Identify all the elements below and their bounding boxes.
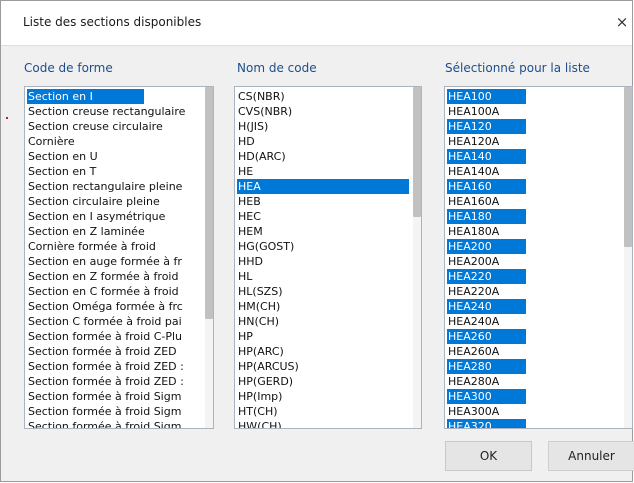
list-item[interactable]: Section en U [27, 149, 203, 164]
list-item[interactable]: HEA280 [447, 359, 526, 374]
list-item[interactable]: HEA160 [447, 179, 526, 194]
list-item[interactable]: HEA120A [447, 134, 622, 149]
selected-list-header: Sélectionné pour la liste [445, 61, 590, 75]
scrollbar-thumb[interactable] [624, 87, 632, 247]
list-item[interactable]: HW(CH) [237, 419, 411, 428]
list-item[interactable]: HEM [237, 224, 411, 239]
list-item[interactable]: HEA200A [447, 254, 622, 269]
list-item[interactable]: HL [237, 269, 411, 284]
shape-code-scrollbar[interactable] [205, 87, 213, 428]
cancel-button[interactable]: Annuler [548, 441, 634, 471]
shape-code-listbox[interactable]: Section en I Section creuse rectangulaire… [24, 86, 214, 429]
list-item[interactable]: Section en Z formée à froid [27, 269, 203, 284]
list-item[interactable]: HN(CH) [237, 314, 411, 329]
list-item[interactable]: CS(NBR) [237, 89, 411, 104]
list-item[interactable]: HEA260 [447, 329, 526, 344]
list-item[interactable]: HP(Imp) [237, 389, 411, 404]
list-item[interactable]: HE [237, 164, 411, 179]
code-name-scrollbar[interactable] [413, 87, 421, 428]
list-item[interactable]: Section en I asymétrique [27, 209, 203, 224]
list-item[interactable]: Section en auge formée à fr [27, 254, 203, 269]
list-item[interactable]: Section en C formée à froid [27, 284, 203, 299]
list-item[interactable]: Section formée à froid Sigm [27, 419, 203, 428]
list-item[interactable]: Section creuse circulaire [27, 119, 203, 134]
list-item[interactable]: Section Oméga formée à frc [27, 299, 203, 314]
list-item[interactable]: HEC [237, 209, 411, 224]
list-item[interactable]: Section rectangulaire pleine [27, 179, 203, 194]
selected-list-listbox[interactable]: HEA100 HEA100A HEA120 HEA120A HEA140 HEA140A H… [444, 86, 633, 429]
ok-button[interactable]: OK [445, 441, 532, 471]
list-item[interactable]: Section formée à froid Sigm [27, 389, 203, 404]
code-name-header: Nom de code [237, 61, 317, 75]
list-item[interactable]: Section formée à froid ZED : [27, 374, 203, 389]
list-item[interactable]: HEA300 [447, 389, 526, 404]
list-item[interactable]: HT(CH) [237, 404, 411, 419]
list-item[interactable]: HEA100A [447, 104, 622, 119]
dialog-title: Liste des sections disponibles [23, 15, 202, 29]
list-item[interactable]: HEA320 [447, 419, 526, 428]
list-item[interactable]: HHD [237, 254, 411, 269]
list-item[interactable]: HD [237, 134, 411, 149]
list-item[interactable]: HEA280A [447, 374, 622, 389]
list-item[interactable]: Section circulaire pleine [27, 194, 203, 209]
list-item[interactable]: HEA160A [447, 194, 622, 209]
list-item[interactable]: HEA180 [447, 209, 526, 224]
list-item[interactable]: HP(ARCUS) [237, 359, 411, 374]
close-icon[interactable]: × [610, 10, 634, 34]
list-item[interactable]: Section en Z laminée [27, 224, 203, 239]
list-item[interactable]: Section C formée à froid pai [27, 314, 203, 329]
list-item[interactable]: Cornière [27, 134, 203, 149]
list-item[interactable]: HEB [237, 194, 411, 209]
list-item[interactable]: Section formée à froid Sigm [27, 404, 203, 419]
list-item[interactable]: HEA180A [447, 224, 622, 239]
list-item[interactable]: HP(ARC) [237, 344, 411, 359]
list-item[interactable]: Section en T [27, 164, 203, 179]
list-item[interactable]: HD(ARC) [237, 149, 411, 164]
selected-list-scrollbar[interactable] [624, 87, 632, 428]
list-item[interactable]: CVS(NBR) [237, 104, 411, 119]
list-item[interactable]: Section formée à froid ZED : [27, 359, 203, 374]
list-item[interactable]: Cornière formée à froid [27, 239, 203, 254]
list-item[interactable]: HEA200 [447, 239, 526, 254]
list-item[interactable]: HEA300A [447, 404, 622, 419]
list-item[interactable]: HEA240A [447, 314, 622, 329]
shape-code-header: Code de forme [24, 61, 113, 75]
list-item[interactable]: HEA120 [447, 119, 526, 134]
edge-marker [6, 117, 8, 119]
scrollbar-thumb[interactable] [413, 87, 421, 217]
list-item[interactable]: HG(GOST) [237, 239, 411, 254]
list-item[interactable]: HEA240 [447, 299, 526, 314]
list-item[interactable]: HEA260A [447, 344, 622, 359]
code-name-listbox[interactable]: CS(NBR) CVS(NBR) H(JIS) HD HD(ARC) HE HEA HEB HE… [234, 86, 422, 429]
list-item[interactable]: HEA100 [447, 89, 526, 104]
list-item[interactable]: HEA220A [447, 284, 622, 299]
list-item[interactable]: Section formée à froid C-Plu [27, 329, 203, 344]
list-item[interactable]: HP(GERD) [237, 374, 411, 389]
list-item[interactable]: HEA140 [447, 149, 526, 164]
list-item[interactable]: HEA140A [447, 164, 622, 179]
list-item[interactable]: HL(SZS) [237, 284, 411, 299]
title-bar: Liste des sections disponibles × [1, 1, 632, 46]
section-list-dialog: Liste des sections disponibles × Code de… [0, 0, 634, 482]
list-item[interactable]: HEA220 [447, 269, 526, 284]
list-item[interactable]: HEA [237, 179, 409, 194]
list-item[interactable]: Section en I [27, 89, 144, 104]
list-item[interactable]: HP [237, 329, 411, 344]
list-item[interactable]: HM(CH) [237, 299, 411, 314]
scrollbar-thumb[interactable] [205, 87, 213, 319]
list-item[interactable]: H(JIS) [237, 119, 411, 134]
list-item[interactable]: Section formée à froid ZED [27, 344, 203, 359]
list-item[interactable]: Section creuse rectangulaire [27, 104, 203, 119]
